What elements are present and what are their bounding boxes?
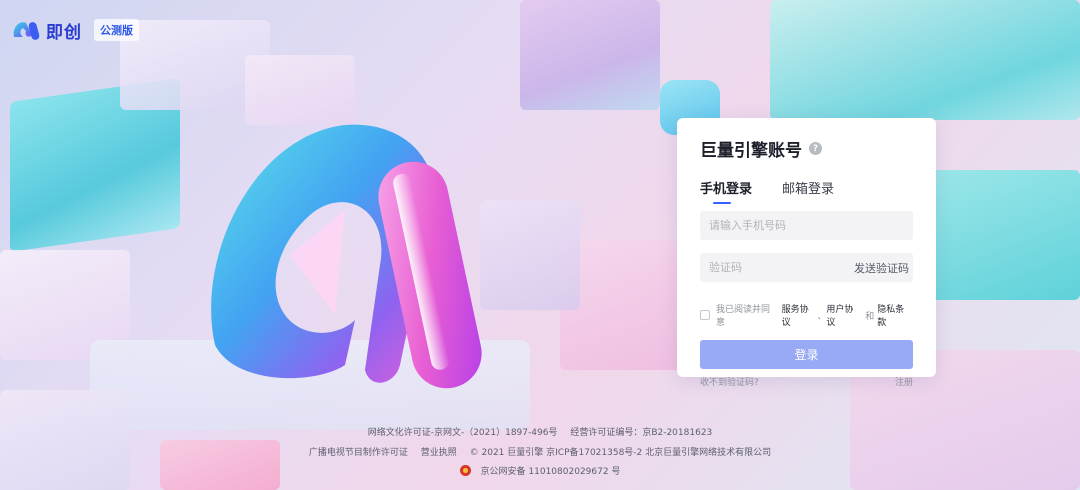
agree-and: 和 [865,311,875,322]
decor-cube [520,0,660,110]
public-security-link[interactable]: 京公网安备 11010802029672 号 [481,464,621,477]
user-agreement-link[interactable]: 用户协议 [826,302,862,328]
privacy-policy-link[interactable]: 隐私条款 [877,302,913,328]
code-field: 发送验证码 [700,253,913,282]
verification-code-input[interactable] [709,253,854,282]
ai-3d-logo-illustration [211,124,482,389]
phone-field [700,211,913,240]
login-card: 巨量引擎账号 ? 手机登录 邮箱登录 发送验证码 我已阅读并同意 服务协议 、 … [677,118,936,388]
login-title-row: 巨量引擎账号 ? [700,136,913,161]
agree-checkbox[interactable] [700,310,710,320]
copyright-icp-link[interactable]: © 2021 巨量引擎 京ICP备17021358号-2 北京巨量引擎网络技术有… [470,448,772,458]
decor-cube [930,170,1080,300]
police-emblem-icon [459,465,471,476]
beta-badge: 公测版 [94,19,139,41]
footer-line-1: 网络文化许可证-京网文-（2021）1897-496号 经营许可证编号：京B2-… [0,425,1080,438]
tab-phone-login[interactable]: 手机登录 [700,178,752,204]
decor-cube [770,0,1080,120]
send-code-button[interactable]: 发送验证码 [854,260,909,276]
business-license-link[interactable]: 营业执照 [421,448,457,458]
service-agreement-link[interactable]: 服务协议 [782,302,818,328]
login-card-footer: 收不到验证码? 注册 [700,375,913,388]
culture-license-link[interactable]: 网络文化许可证-京网文-（2021）1897-496号 [368,428,558,438]
login-button[interactable]: 登录 [700,340,913,369]
footer-line-2: 广播电视节目制作许可证 营业执照 © 2021 巨量引擎 京ICP备170213… [0,445,1080,458]
register-link[interactable]: 注册 [895,375,913,388]
phone-input[interactable] [709,211,904,240]
agree-prefix: 我已阅读并同意 [715,305,770,328]
top-brand-bar: 即创 公测版 [12,18,139,43]
agree-comma: 、 [817,311,827,322]
login-title: 巨量引擎账号 [700,141,802,161]
tab-email-login[interactable]: 邮箱登录 [782,178,834,200]
broadcast-license-link[interactable]: 广播电视节目制作许可证 [309,448,408,458]
brand-name[interactable]: 即创 [46,18,82,43]
brand-logo-icon[interactable] [12,19,42,41]
footer-line-3: 京公网安备 11010802029672 号 [0,464,1080,477]
business-license-number-link[interactable]: 经营许可证编号：京B2-20181623 [570,428,712,438]
no-code-link[interactable]: 收不到验证码? [700,375,759,388]
login-tabs: 手机登录 邮箱登录 [700,178,913,204]
agreement-row: 我已阅读并同意 服务协议 、 用户协议 和 隐私条款 [700,302,913,328]
help-icon[interactable]: ? [809,142,822,155]
